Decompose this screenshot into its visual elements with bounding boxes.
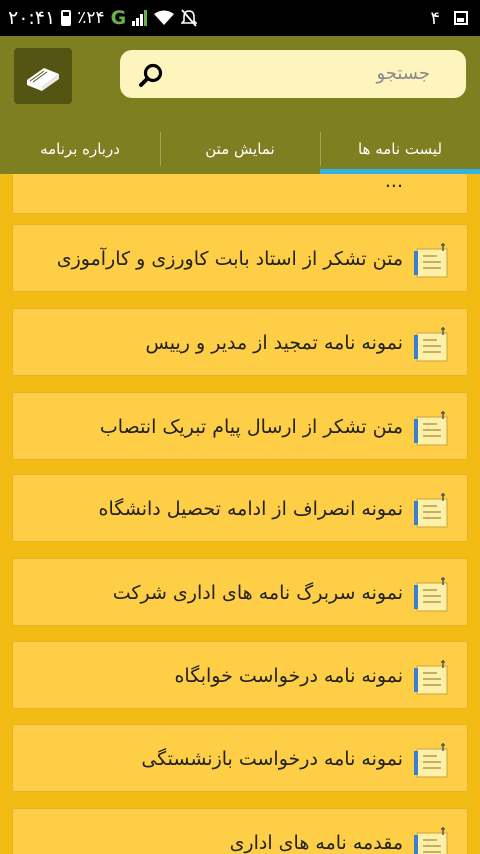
note-icon xyxy=(414,827,448,854)
status-time: ۲۰:۴۱ xyxy=(8,7,56,29)
note-icon xyxy=(414,327,448,362)
list-item[interactable]: نمونه نامه درخواست بازنشستگی xyxy=(12,724,468,792)
list-item[interactable]: نمونه سربرگ نامه های اداری شرکت xyxy=(12,558,468,626)
book-icon-graphic xyxy=(27,68,59,91)
note-icon xyxy=(414,577,448,612)
search-input[interactable]: جستجو xyxy=(376,50,430,98)
note-icon xyxy=(414,743,448,778)
list-item-label: متن تشکر از استاد بابت کاورزی و کارآموزی xyxy=(56,248,403,270)
list-item-label: نمونه انصراف از ادامه تحصیل دانشگاه xyxy=(98,498,403,520)
mute-icon xyxy=(181,9,198,27)
network-type: G xyxy=(110,7,127,29)
search-box[interactable]: جستجو xyxy=(120,50,466,98)
status-left: ۲۰:۴۱ ٪۲۴ G xyxy=(8,0,198,36)
list-item[interactable]: ... xyxy=(12,174,468,214)
app-header: جستجو xyxy=(0,36,480,124)
list-item-label: متن تشکر از ارسال پیام تبریک انتصاب xyxy=(99,416,403,438)
note-icon xyxy=(414,243,448,278)
list-item[interactable]: نمونه انصراف از ادامه تحصیل دانشگاه xyxy=(12,474,468,542)
list-item-label: نمونه نامه تمجید از مدیر و رییس xyxy=(145,332,403,354)
tab-label: لیست نامه ها xyxy=(357,140,443,158)
tab-bar: درباره برنامه نمایش متن لیست نامه ها xyxy=(0,124,480,174)
tab-about[interactable]: درباره برنامه xyxy=(0,124,160,174)
tab-show-text[interactable]: نمایش متن xyxy=(160,124,320,174)
list-item-label: نمونه سربرگ نامه های اداری شرکت xyxy=(112,582,403,604)
tab-label: درباره برنامه xyxy=(40,140,120,158)
note-icon xyxy=(414,493,448,528)
list-item[interactable]: متن تشکر از استاد بابت کاورزی و کارآموزی xyxy=(12,224,468,292)
list-item-label: مقدمه نامه های اداری xyxy=(229,832,403,854)
battery-icon xyxy=(61,10,72,26)
status-bar: ۲۰:۴۱ ٪۲۴ G ۴ xyxy=(0,0,480,36)
image-notification-icon xyxy=(454,11,468,25)
tab-letter-list[interactable]: لیست نامه ها xyxy=(320,124,480,174)
book-icon[interactable] xyxy=(14,48,72,104)
list-item[interactable]: مقدمه نامه های اداری xyxy=(12,808,468,854)
letter-list[interactable]: ... متن تشکر از استاد بابت کاورزی و کارآ… xyxy=(0,174,480,854)
signal-icon xyxy=(132,10,148,26)
note-icon xyxy=(414,660,448,695)
list-item-label: نمونه نامه درخواست خوابگاه xyxy=(174,665,403,687)
list-item-label: ... xyxy=(384,174,403,192)
list-item[interactable]: نمونه نامه تمجید از مدیر و رییس xyxy=(12,308,468,376)
list-item[interactable]: متن تشکر از ارسال پیام تبریک انتصاب xyxy=(12,392,468,460)
list-item-label: نمونه نامه درخواست بازنشستگی xyxy=(141,748,403,770)
search-icon[interactable] xyxy=(138,62,164,88)
list-item[interactable]: نمونه نامه درخواست خوابگاه xyxy=(12,641,468,709)
wifi-icon xyxy=(154,10,175,25)
notification-count: ۴ xyxy=(430,7,440,29)
battery-percent: ٪۲۴ xyxy=(77,8,105,28)
note-icon xyxy=(414,411,448,446)
status-right: ۴ xyxy=(430,0,468,36)
tab-label: نمایش متن xyxy=(205,140,275,158)
